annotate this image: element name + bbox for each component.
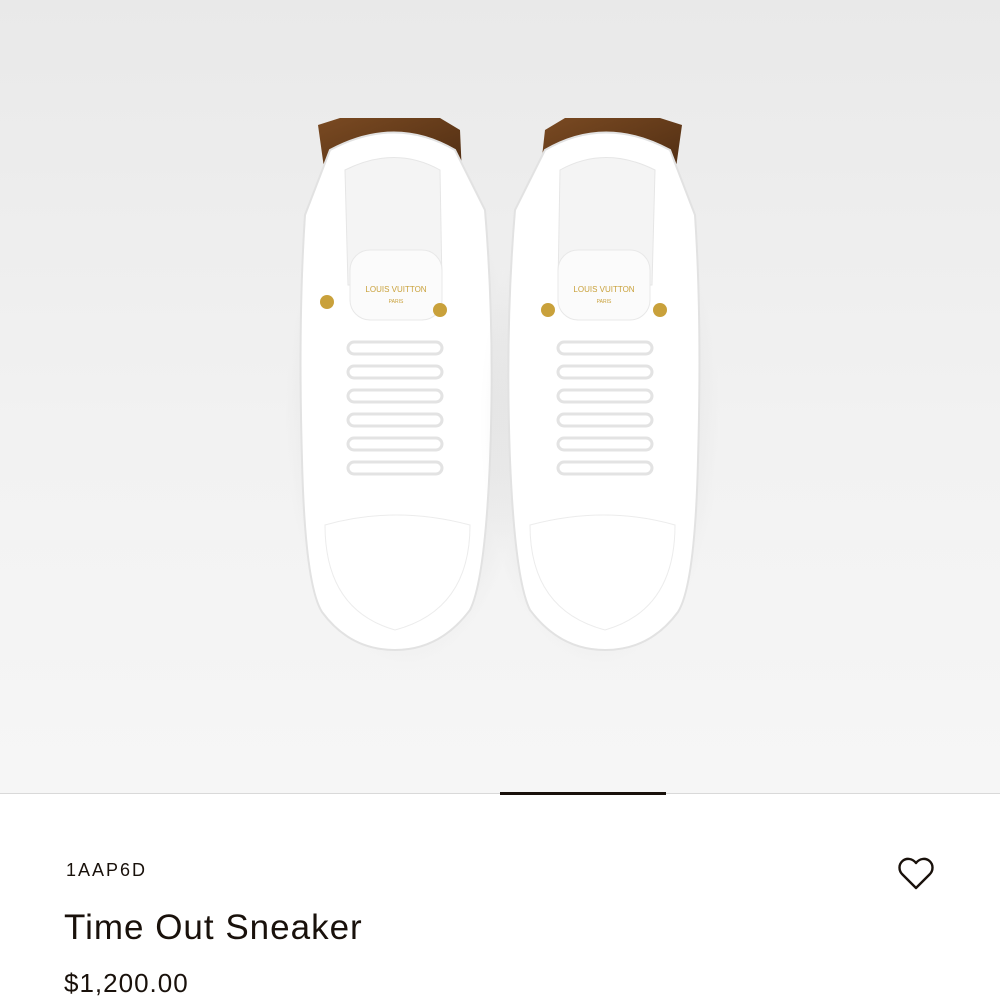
product-sku: 1AAP6D: [66, 860, 148, 880]
left-tongue-logo: LOUIS VUITTON: [365, 285, 426, 294]
carousel-active-indicator[interactable]: [500, 792, 666, 795]
product-image[interactable]: LOUIS VUITTON PARIS LOUIS VUITTON PARIS: [0, 0, 1000, 793]
sneakers-illustration: LOUIS VUITTON PARIS LOUIS VUITTON PARIS: [285, 118, 720, 670]
right-sneaker: LOUIS VUITTON PARIS: [480, 118, 720, 670]
right-tongue-logo-subtext: PARIS: [597, 299, 612, 305]
wishlist-button[interactable]: [894, 852, 938, 896]
heart-outline-icon: [898, 857, 934, 890]
product-price: $1,200.00: [64, 968, 189, 998]
left-tongue-logo-subtext: PARIS: [389, 299, 404, 305]
right-tongue-logo: LOUIS VUITTON: [573, 285, 634, 294]
product-title: Time Out Sneaker: [64, 908, 363, 947]
